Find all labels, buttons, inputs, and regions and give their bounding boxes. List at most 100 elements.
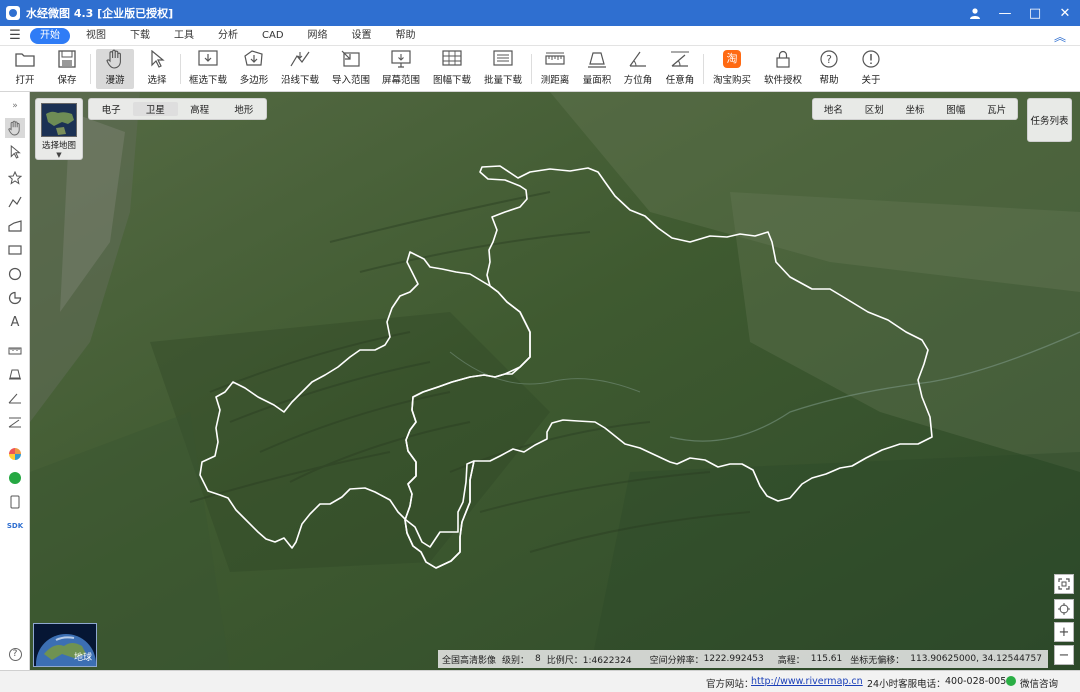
map-thumbnail[interactable] [41,103,77,137]
rect-download-icon [197,49,219,69]
help-button[interactable]: ? 帮助 [816,49,842,89]
wechat-icon[interactable] [1006,676,1016,686]
app-logo-icon [6,6,20,20]
status-bar: 官方网站： http://www.rivermap.cn 24小时客服电话： 4… [0,670,1080,692]
tab-map-sheets[interactable]: 图幅 [935,102,976,116]
satellite-imagery[interactable] [30,92,1080,670]
pan-button[interactable]: 漫游 [96,49,134,89]
circle-icon[interactable] [5,264,25,284]
tab-terrain[interactable]: 地形 [222,102,266,116]
angle-icon[interactable] [5,388,25,408]
menu-network[interactable]: 网络 [296,28,340,44]
zoom-out-button[interactable]: − [1054,645,1074,665]
menu-start[interactable]: 开始 [30,27,70,44]
menu-tools[interactable]: 工具 [162,28,206,44]
cursor-icon [146,49,168,69]
toolbar-divider [90,54,91,84]
left-toolbar: » A SDK ? [0,92,30,670]
collapse-ribbon-icon[interactable]: ︽ [1054,28,1066,45]
sdk-icon[interactable]: SDK [5,516,25,536]
hamburger-menu-icon[interactable]: ☰ [0,28,30,43]
maximize-button[interactable]: □ [1020,0,1050,26]
polygon-button[interactable]: 多边形 [240,49,268,89]
azimuth-label: 方位角 [623,75,653,86]
sheet-download-label: 图幅下载 [432,75,471,86]
website-link[interactable]: http://www.rivermap.cn [751,676,863,687]
tab-satellite[interactable]: 卫星 [133,102,178,116]
phone-icon[interactable] [5,492,25,512]
protractor-icon[interactable] [5,412,25,432]
fullscreen-icon[interactable] [1054,574,1074,594]
polyline-download-icon [289,49,311,69]
rect-download-button[interactable]: 框选下载 [189,49,227,89]
folder-icon [14,49,36,69]
import-range-button[interactable]: 导入范围 [332,49,370,89]
green-circle-icon[interactable] [5,468,25,488]
about-button[interactable]: 关于 [858,49,884,89]
wechat-consult-link[interactable]: 微信咨询 [1020,676,1058,690]
area-icon[interactable] [5,216,25,236]
tab-coordinates[interactable]: 坐标 [895,102,936,116]
expand-icon[interactable]: » [5,96,25,116]
zoom-in-button[interactable]: + [1054,622,1074,642]
select-map-panel[interactable]: 选择地图 ▼ [35,98,83,160]
pointer-icon[interactable] [5,142,25,162]
locate-icon[interactable] [1054,599,1074,619]
globe-color-icon[interactable] [5,444,25,464]
text-icon[interactable]: A [5,312,25,332]
user-icon[interactable] [960,0,990,26]
batch-download-button[interactable]: 批量下载 [484,49,522,89]
info-circle-icon [860,49,882,69]
menu-cad[interactable]: CAD [250,28,296,44]
globe-view-button[interactable]: 地球 [33,623,97,667]
window-controls: — □ ✕ [960,0,1080,26]
star-pin-icon[interactable] [5,168,25,188]
menu-download[interactable]: 下载 [118,28,162,44]
layer-icon[interactable] [5,364,25,384]
menu-analysis[interactable]: 分析 [206,28,250,44]
menu-view[interactable]: 视图 [74,28,118,44]
screen-range-label: 屏幕范围 [382,75,421,86]
measure-distance-button[interactable]: 测距离 [541,49,569,89]
menu-help[interactable]: 帮助 [384,28,428,44]
screen-range-button[interactable]: 屏幕范围 [382,49,421,89]
rectangle-icon[interactable] [5,240,25,260]
polyline-icon[interactable] [5,192,25,212]
monitor-icon [390,49,412,69]
close-button[interactable]: ✕ [1050,0,1080,26]
taobao-button[interactable]: 淘 淘宝购买 [713,49,751,89]
caret-down-icon[interactable]: ▼ [56,151,61,159]
select-button[interactable]: 选择 [142,49,172,89]
tab-place-names[interactable]: 地名 [813,102,854,116]
ruler-icon[interactable] [5,340,25,360]
task-list-button[interactable]: 任务列表 [1027,98,1072,142]
elevation-label: 高程： [777,655,805,666]
open-label: 打开 [15,75,35,86]
tab-districts[interactable]: 区划 [854,102,895,116]
select-label: 选择 [147,75,167,86]
menu-settings[interactable]: 设置 [340,28,384,44]
azimuth-button[interactable]: 方位角 [624,49,652,89]
hand-icon[interactable] [5,118,25,138]
question-icon[interactable]: ? [5,644,25,664]
sector-icon[interactable] [5,288,25,308]
tab-vector[interactable]: 电子 [89,102,133,116]
sheet-download-button[interactable]: 图幅下载 [432,49,472,89]
license-button[interactable]: 软件授权 [764,49,802,89]
menu-bar: ☰ 开始 视图 下载 工具 分析 CAD 网络 设置 帮助 ︽ [0,26,1080,46]
open-button[interactable]: 打开 [10,49,40,89]
any-angle-button[interactable]: 任意角 [666,49,694,89]
area-measure-icon [586,49,608,69]
polygon-label: 多边形 [239,75,269,86]
coordinate-label: 坐标无偏移： [850,655,905,666]
measure-area-button[interactable]: 量面积 [583,49,611,89]
tab-elevation[interactable]: 高程 [178,102,222,116]
minimize-button[interactable]: — [990,0,1020,26]
tab-tiles[interactable]: 瓦片 [976,102,1017,116]
map-view[interactable]: 选择地图 ▼ 电子 卫星 高程 地形 地名 区划 坐标 图幅 瓦片 任务列表 +… [30,92,1080,670]
help-circle-icon: ? [818,49,840,69]
line-download-button[interactable]: 沿线下载 [281,49,319,89]
save-button[interactable]: 保存 [52,49,82,89]
imagery-source: 全国高清影像 [442,655,497,666]
coordinate-value: 113.90625000, 34.12544757 [910,654,1042,664]
